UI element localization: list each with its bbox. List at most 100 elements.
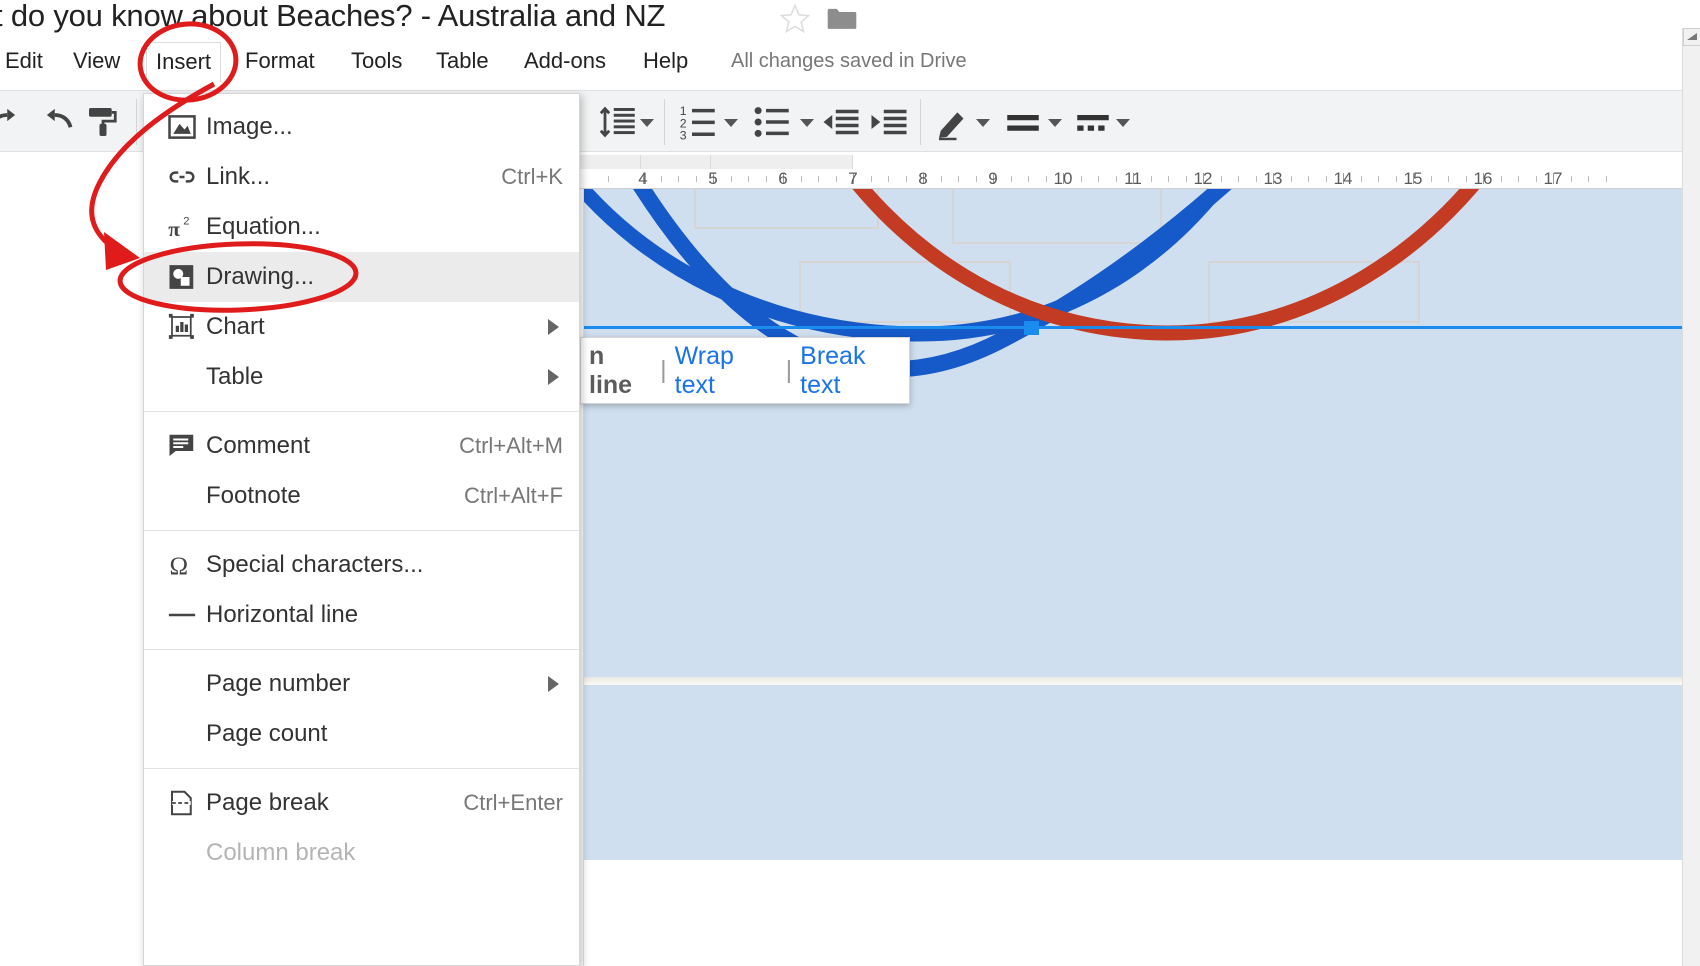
menu-item-label: Chart — [206, 313, 265, 340]
ruler[interactable]: 4 5 6 7 8 9 10 11 12 13 14 15 16 17 — [575, 155, 1700, 189]
page-break-icon — [158, 788, 206, 818]
menu-bar: Edit View Insert Format Tools Table Add-… — [0, 42, 1700, 82]
menu-item-label: Link... — [206, 163, 271, 190]
chevron-down-icon[interactable] — [724, 119, 738, 127]
line-spacing-icon[interactable] — [598, 101, 640, 143]
svg-text:2: 2 — [183, 216, 189, 228]
edit-mode-pencil-icon[interactable] — [932, 101, 974, 143]
image-resize-handle[interactable] — [1024, 321, 1039, 335]
ruler-number: 17 — [1543, 169, 1563, 188]
svg-text:Ω: Ω — [170, 553, 189, 580]
ruler-tick-minor — [1535, 176, 1537, 182]
ruler-tick-minor — [958, 176, 959, 182]
ruler-margin-left — [575, 155, 641, 169]
insert-menu-item-page-count[interactable]: Page count — [144, 709, 579, 759]
numbered-list-icon[interactable]: 1 2 3 — [678, 101, 720, 143]
ruler-tick-minor — [835, 176, 837, 182]
ruler-tick-minor — [1098, 176, 1099, 182]
ruler-tick-minor — [888, 176, 889, 182]
ruler-number: 16 — [1473, 169, 1493, 188]
annotation-arrow-head — [104, 232, 140, 270]
chevron-down-icon[interactable] — [640, 119, 654, 127]
document-page — [583, 189, 1700, 966]
ruler-tick-minor — [1168, 176, 1169, 182]
page-title[interactable]: t do you know about Beaches? - Australia… — [0, 0, 665, 34]
menu-tools[interactable]: Tools — [342, 42, 411, 80]
ruler-tick-minor — [1255, 176, 1257, 182]
border-weight-icon[interactable] — [1002, 101, 1044, 143]
image-options-popup[interactable]: n line | Wrap text | Break text — [580, 337, 910, 404]
save-status-text: All changes saved in Drive — [731, 50, 967, 72]
chevron-down-icon[interactable] — [1048, 119, 1062, 127]
horizontal-line-icon — [158, 600, 206, 630]
insert-menu-item-footnote[interactable]: Footnote Ctrl+Alt+F — [144, 471, 579, 521]
ruler-number: 12 — [1193, 169, 1213, 188]
ruler-tick-minor — [608, 176, 609, 182]
bulleted-list-icon[interactable] — [752, 101, 794, 143]
inserted-image-bottom[interactable] — [584, 685, 1700, 860]
vertical-scrollbar[interactable] — [1682, 28, 1700, 966]
insert-menu-item-drawing[interactable]: Drawing... — [144, 252, 579, 302]
svg-text:3: 3 — [680, 129, 687, 143]
submenu-arrow-icon — [548, 319, 559, 335]
insert-menu-item-special-characters[interactable]: Ω Special characters... — [144, 540, 579, 590]
wrap-text-link[interactable]: Wrap text — [675, 342, 778, 400]
ruler-tick-minor — [1010, 176, 1012, 182]
parabola-red — [852, 189, 1480, 341]
chevron-down-icon[interactable] — [1116, 119, 1130, 127]
ruler-tick-minor — [940, 176, 942, 182]
document-canvas[interactable]: the ‘hyperlink circles’ on this photo of… — [575, 189, 1700, 966]
menu-help[interactable]: Help — [634, 42, 697, 80]
paint-format-icon[interactable] — [82, 101, 124, 143]
insert-menu-item-page-break[interactable]: Page break Ctrl+Enter — [144, 778, 579, 828]
insert-menu-item-equation[interactable]: π 2 Equation... — [144, 202, 579, 252]
insert-menu-item-image[interactable]: Image... — [144, 102, 579, 152]
ruler-tick-minor — [1028, 176, 1029, 182]
menu-item-label: Horizontal line — [206, 601, 359, 628]
menu-table[interactable]: Table — [427, 42, 498, 80]
insert-menu-item-horizontal-line[interactable]: Horizontal line — [144, 590, 579, 640]
ruler-number: 5 — [708, 169, 718, 188]
star-outline-icon[interactable] — [778, 2, 812, 36]
menu-item-label: Special characters... — [206, 551, 424, 578]
menu-addons[interactable]: Add-ons — [515, 42, 615, 80]
ruler-tick-minor — [1465, 176, 1467, 182]
submenu-arrow-icon — [548, 369, 559, 385]
ruler-tick-minor — [1308, 176, 1309, 182]
insert-menu-item-page-number[interactable]: Page number — [144, 659, 579, 709]
redo-icon[interactable] — [32, 101, 74, 143]
inserted-image-top[interactable] — [584, 189, 1700, 679]
insert-menu-item-link[interactable]: Link... Ctrl+K — [144, 152, 579, 202]
insert-dropdown-menu[interactable]: Image... Link... Ctrl+K π 2 Equation... Dra… — [143, 93, 580, 966]
menu-item-label: Comment — [206, 432, 311, 459]
menu-format[interactable]: Format — [236, 42, 324, 80]
decrease-indent-icon[interactable] — [820, 101, 862, 143]
insert-menu-item-table[interactable]: Table — [144, 352, 579, 402]
menu-insert[interactable]: Insert — [146, 42, 222, 82]
insert-menu-item-comment[interactable]: Comment Ctrl+Alt+M — [144, 421, 579, 471]
toolbar-separator — [920, 99, 921, 145]
ruler-tick-minor — [1080, 176, 1082, 182]
chevron-down-icon[interactable] — [976, 119, 990, 127]
ruler-tick-minor — [1588, 176, 1589, 182]
ruler-number: 14 — [1333, 169, 1353, 188]
scroll-up-arrow-icon[interactable] — [1683, 28, 1700, 46]
undo-icon[interactable] — [0, 101, 30, 143]
border-dash-icon[interactable] — [1072, 101, 1114, 143]
chevron-down-icon[interactable] — [800, 119, 814, 127]
menu-item-label: Table — [206, 363, 264, 390]
break-text-link[interactable]: Break text — [800, 342, 909, 400]
popup-separator: | — [660, 356, 667, 384]
menu-edit[interactable]: Edit — [0, 42, 52, 80]
scrollbar-thumb[interactable] — [1684, 48, 1700, 188]
insert-menu-item-chart[interactable]: Chart — [144, 302, 579, 352]
folder-icon[interactable] — [826, 5, 858, 31]
popup-separator: | — [785, 356, 793, 384]
menu-item-label: Image... — [206, 113, 293, 140]
increase-indent-icon[interactable] — [868, 101, 910, 143]
ruler-tick-minor — [800, 176, 802, 182]
ruler-tick-minor — [1500, 176, 1502, 182]
ruler-tick-minor — [1045, 176, 1047, 182]
ruler-tick-minor — [1395, 176, 1397, 182]
menu-view[interactable]: View — [64, 42, 129, 80]
